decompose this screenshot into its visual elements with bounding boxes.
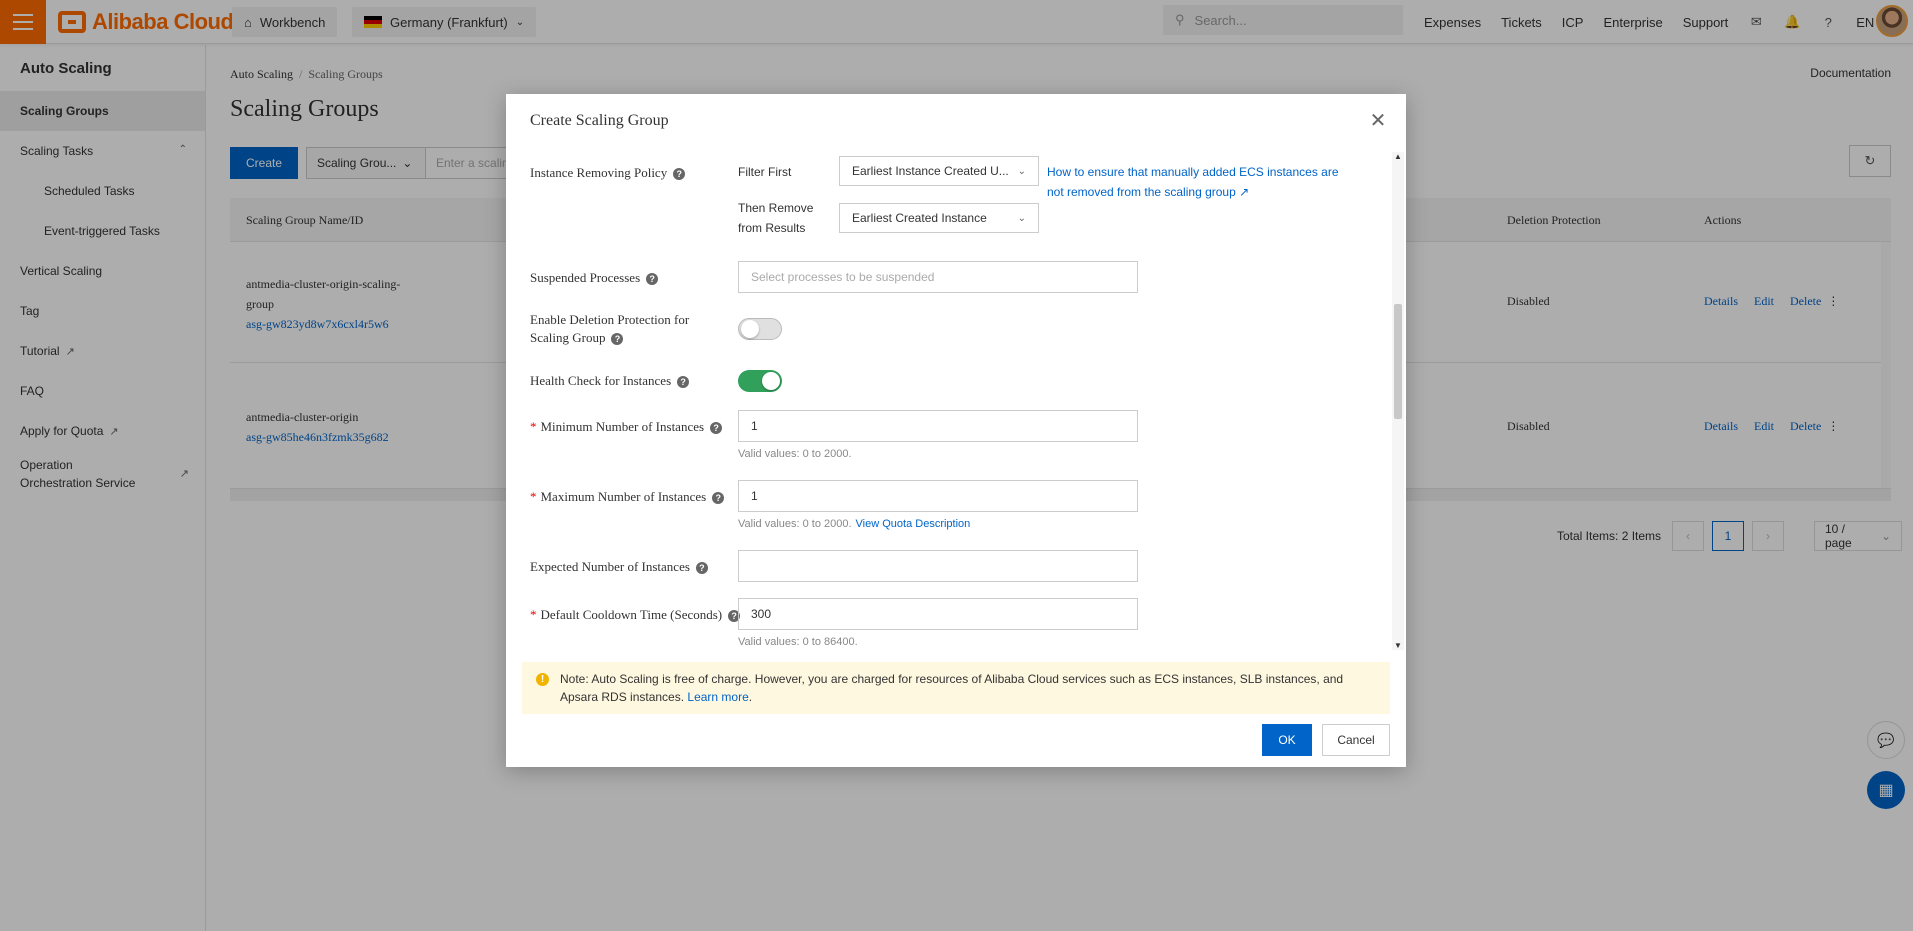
then-remove-value: Earliest Created Instance	[852, 211, 987, 225]
help-icon: ?	[710, 422, 723, 435]
cancel-button[interactable]: Cancel	[1322, 724, 1390, 756]
min-instances-input[interactable]: 1	[738, 410, 1138, 442]
scroll-up-icon[interactable]: ▲	[1394, 152, 1402, 161]
scrollbar-thumb[interactable]	[1394, 304, 1402, 419]
deletion-protection-toggle[interactable]	[738, 318, 782, 340]
max-instances-input[interactable]: 1	[738, 480, 1138, 512]
removing-policy-label: Instance Removing Policy?	[530, 164, 686, 182]
dialog-scrollbar[interactable]: ▲ ▼	[1392, 152, 1404, 650]
dialog-title: Create Scaling Group	[530, 112, 669, 129]
health-check-label: Health Check for Instances?	[530, 372, 690, 390]
health-check-toggle[interactable]	[738, 370, 782, 392]
min-instances-label: * Minimum Number of Instances?	[530, 418, 723, 436]
min-instances-hint: Valid values: 0 to 2000.	[738, 448, 852, 460]
help-icon: ?	[646, 273, 659, 286]
filter-first-label: Filter First	[738, 165, 792, 179]
then-remove-select[interactable]: Earliest Created Instance ⌄	[839, 203, 1039, 233]
deletion-protection-label: Enable Deletion Protection for Scaling G…	[530, 312, 690, 346]
pricing-note-text: Note: Auto Scaling is free of charge. Ho…	[560, 672, 1344, 704]
chevron-down-icon: ⌄	[1017, 212, 1026, 224]
expected-instances-label: Expected Number of Instances?	[530, 558, 708, 576]
help-icon: ?	[712, 492, 725, 505]
external-link-icon: ↗	[1239, 185, 1250, 199]
help-link-manually-added[interactable]: How to ensure that manually added ECS in…	[1047, 162, 1357, 202]
scroll-down-icon[interactable]: ▼	[1394, 641, 1402, 650]
help-icon: ?	[611, 333, 624, 346]
cooldown-input[interactable]: 300	[738, 598, 1138, 630]
cooldown-hint: Valid values: 0 to 86400.	[738, 636, 858, 648]
filter-first-select[interactable]: Earliest Instance Created U... ⌄	[839, 156, 1039, 186]
dialog-body: Instance Removing Policy? Filter First E…	[506, 152, 1406, 650]
cooldown-label: * Default Cooldown Time (Seconds)?	[530, 606, 741, 624]
ok-button[interactable]: OK	[1262, 724, 1312, 756]
max-instances-hint: Valid values: 0 to 2000. View Quota Descr…	[738, 518, 971, 530]
suspended-processes-select[interactable]: Select processes to be suspended	[738, 261, 1138, 293]
close-icon[interactable]: ✕	[1368, 110, 1388, 132]
then-remove-label: Then Remove from Results	[738, 201, 814, 235]
chevron-down-icon: ⌄	[1017, 165, 1026, 177]
warning-icon: !	[536, 673, 549, 686]
expected-instances-input[interactable]	[738, 550, 1138, 582]
filter-first-value: Earliest Instance Created U...	[852, 164, 1009, 178]
create-scaling-group-dialog: Create Scaling Group ✕ Instance Removing…	[506, 94, 1406, 767]
max-instances-label: * Maximum Number of Instances?	[530, 488, 725, 506]
suspended-processes-label: Suspended Processes?	[530, 269, 659, 287]
learn-more-link[interactable]: Learn more	[687, 690, 748, 704]
help-icon: ?	[673, 168, 686, 181]
help-icon: ?	[695, 562, 708, 575]
help-icon: ?	[677, 376, 690, 389]
view-quota-link[interactable]: View Quota Description	[856, 518, 971, 530]
pricing-note: ! Note: Auto Scaling is free of charge. …	[522, 662, 1390, 714]
